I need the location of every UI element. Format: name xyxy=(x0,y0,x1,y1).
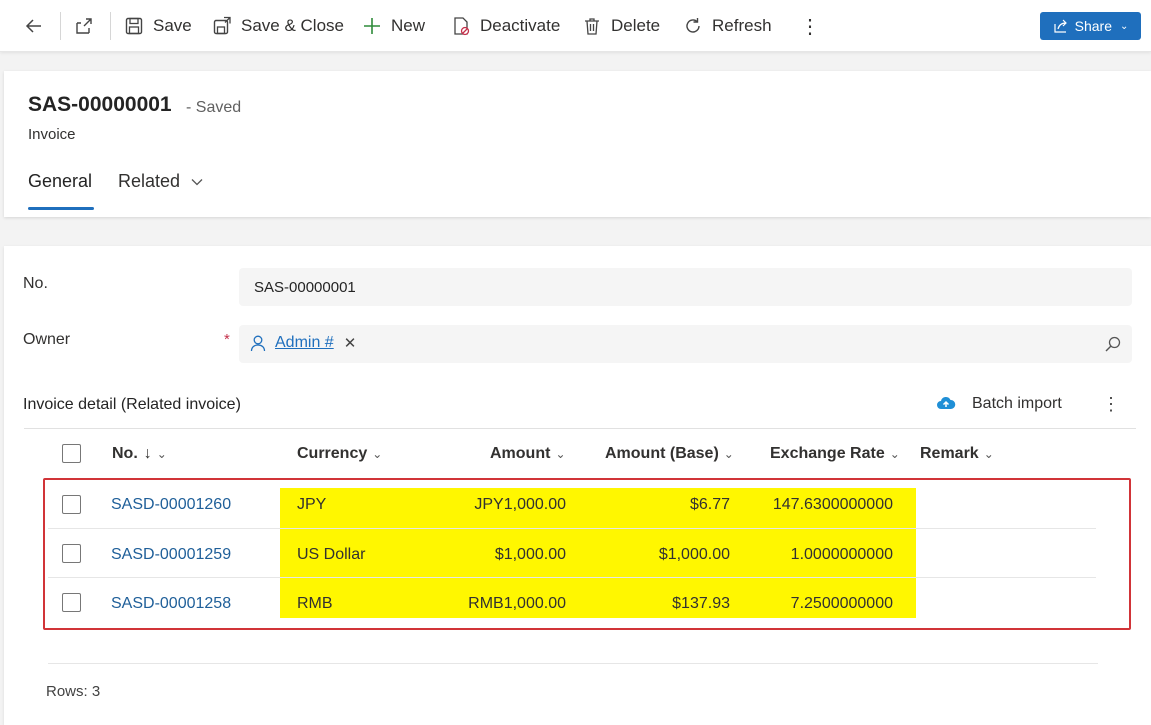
form-section: No. SAS-00000001 Owner * Admin # ✕ Invoi… xyxy=(4,246,1151,725)
record-title: SAS-00000001 xyxy=(28,93,172,116)
chevron-down-icon: ⌄ xyxy=(723,447,734,461)
no-field[interactable]: SAS-00000001 xyxy=(239,268,1132,306)
open-in-new-window-button[interactable] xyxy=(74,0,103,52)
required-indicator: * xyxy=(224,331,230,348)
save-icon xyxy=(125,17,143,35)
column-header-amount-base[interactable]: Amount (Base) ⌄ xyxy=(605,445,734,463)
no-field-label: No. xyxy=(23,275,48,292)
owner-field-label: Owner xyxy=(23,331,71,348)
toolbar-separator xyxy=(110,12,111,40)
batch-import-button[interactable]: Batch import xyxy=(936,394,1062,414)
column-header-amount[interactable]: Amount ⌄ xyxy=(490,445,566,463)
owner-lookup-tag: Admin # ✕ xyxy=(249,334,356,352)
new-label: New xyxy=(391,16,426,35)
subgrid-title: Invoice detail (Related invoice) xyxy=(23,396,241,413)
refresh-label: Refresh xyxy=(712,16,772,35)
column-header-currency-label: Currency xyxy=(297,445,368,462)
new-button[interactable]: New xyxy=(362,0,425,52)
share-button[interactable]: Share ⌄ xyxy=(1040,12,1141,40)
chevron-down-icon xyxy=(191,178,203,185)
active-tab-indicator xyxy=(28,207,94,210)
plus-icon xyxy=(364,18,380,34)
chevron-down-icon: ⌄ xyxy=(555,447,566,461)
chevron-down-icon: ⌄ xyxy=(1119,20,1129,32)
grid-footer-divider xyxy=(48,663,1098,664)
delete-button[interactable]: Delete xyxy=(582,0,660,52)
column-header-no[interactable]: No. ↓ ⌄ xyxy=(112,445,167,463)
batch-import-label: Batch import xyxy=(972,395,1062,412)
deactivate-icon xyxy=(454,17,470,36)
owner-lookup-field[interactable]: Admin # ✕ xyxy=(239,325,1132,363)
search-icon[interactable] xyxy=(1104,335,1122,353)
back-arrow-icon xyxy=(25,19,41,33)
trash-icon xyxy=(585,18,599,35)
refresh-icon xyxy=(686,18,700,33)
sort-descending-icon: ↓ xyxy=(143,445,152,462)
refresh-button[interactable]: Refresh xyxy=(683,0,772,52)
select-all-checkbox[interactable] xyxy=(62,444,81,463)
chevron-down-icon: ⌄ xyxy=(889,447,900,461)
chevron-down-icon: ⌄ xyxy=(983,447,994,461)
toolbar-separator xyxy=(60,12,61,40)
back-button[interactable] xyxy=(24,0,53,52)
no-field-value: SAS-00000001 xyxy=(254,279,356,296)
column-header-exchange-rate[interactable]: Exchange Rate ⌄ xyxy=(770,445,900,463)
tab-related-label: Related xyxy=(118,171,181,191)
more-vertical-icon: ⋮ xyxy=(800,15,820,38)
subgrid-more-button[interactable]: ⋮ xyxy=(1102,394,1120,415)
tab-related[interactable]: Related xyxy=(118,171,204,192)
cloud-upload-icon xyxy=(937,396,956,409)
owner-link[interactable]: Admin # xyxy=(275,334,334,352)
record-save-status: - Saved xyxy=(186,99,242,116)
command-bar: Save Save & Close New Deactivate Delete … xyxy=(0,0,1151,52)
remove-owner-icon[interactable]: ✕ xyxy=(344,334,357,352)
save-and-close-button[interactable]: Save & Close xyxy=(212,0,344,52)
column-header-amount-base-label: Amount (Base) xyxy=(605,445,719,462)
column-header-currency[interactable]: Currency ⌄ xyxy=(297,445,382,463)
more-commands-button[interactable]: ⋮ xyxy=(800,0,820,52)
tab-general[interactable]: General xyxy=(28,171,92,192)
deactivate-button[interactable]: Deactivate xyxy=(451,0,560,52)
save-label: Save xyxy=(153,16,192,35)
chevron-down-icon: ⌄ xyxy=(156,447,167,461)
column-header-no-label: No. xyxy=(112,445,138,462)
delete-label: Delete xyxy=(611,16,661,35)
column-header-remark[interactable]: Remark ⌄ xyxy=(920,445,994,463)
column-header-exchange-rate-label: Exchange Rate xyxy=(770,445,885,462)
more-vertical-icon: ⋮ xyxy=(1102,394,1120,414)
open-new-window-icon xyxy=(76,18,92,34)
record-entity-name: Invoice xyxy=(28,126,76,143)
column-header-remark-label: Remark xyxy=(920,445,979,462)
save-close-icon xyxy=(213,16,231,35)
user-icon xyxy=(250,335,266,352)
rows-count: Rows: 3 xyxy=(46,683,101,700)
column-header-amount-label: Amount xyxy=(490,445,551,462)
deactivate-label: Deactivate xyxy=(480,16,561,35)
grid-divider xyxy=(24,428,1136,429)
red-annotation-box xyxy=(43,478,1131,630)
record-header: SAS-00000001 - Saved Invoice General Rel… xyxy=(4,71,1151,217)
chevron-down-icon: ⌄ xyxy=(372,447,383,461)
save-button[interactable]: Save xyxy=(124,0,192,52)
share-icon xyxy=(1054,19,1067,33)
save-close-label: Save & Close xyxy=(241,16,344,35)
share-label: Share xyxy=(1074,18,1112,34)
